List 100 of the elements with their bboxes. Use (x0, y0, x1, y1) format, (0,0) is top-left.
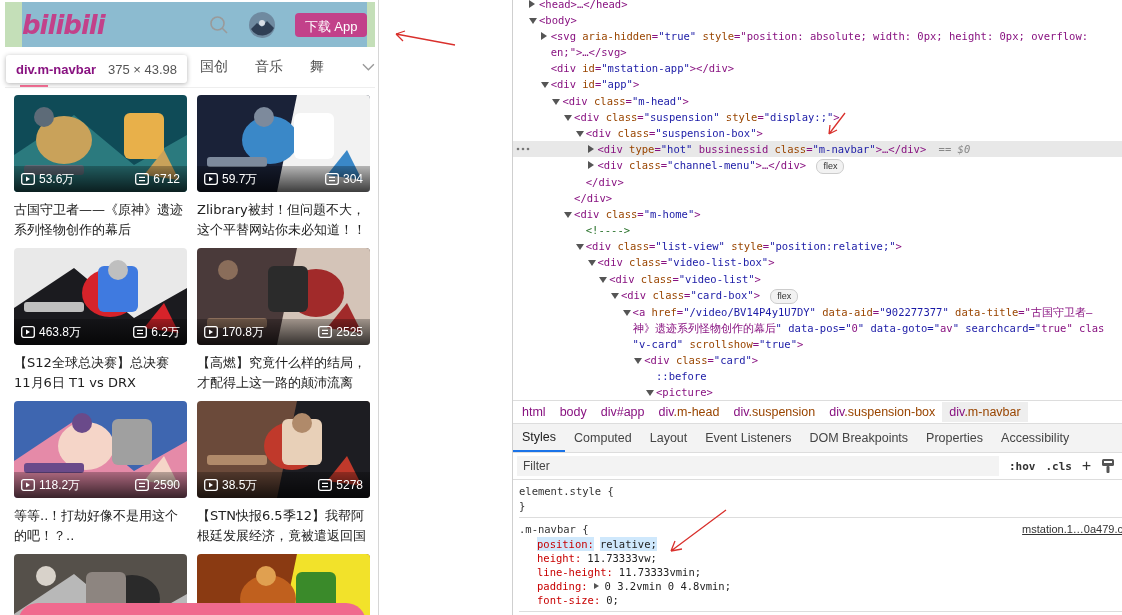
play-count-icon (204, 479, 218, 491)
breadcrumb[interactable]: div.suspension (726, 402, 823, 423)
breadcrumb[interactable]: div.suspension-box (822, 402, 943, 423)
dom-node[interactable]: ::before (513, 367, 1122, 385)
breadcrumb[interactable]: div.m-navbar (942, 402, 1028, 423)
dom-node[interactable]: <div id="app"> (513, 76, 1122, 93)
danmaku-count: 2590 (153, 478, 180, 492)
breadcrumb[interactable]: body (552, 402, 594, 423)
danmaku-count: 6712 (153, 172, 180, 186)
disclosure-triangle-icon[interactable] (610, 292, 619, 299)
disclosure-triangle-icon[interactable] (599, 276, 608, 283)
danmaku-count: 5278 (336, 478, 363, 492)
flex-badge[interactable]: flex (770, 288, 799, 304)
dom-node[interactable]: <div class="video-list"> (513, 270, 1122, 287)
disclosure-triangle-icon[interactable] (646, 390, 654, 397)
closing-tag[interactable]: </div> (513, 190, 1122, 207)
tab-indicator (20, 85, 48, 87)
panel-tab[interactable]: Properties (917, 424, 993, 453)
play-count-icon (21, 326, 35, 338)
style-property[interactable]: font-size: 0; (519, 593, 1122, 607)
download-app-button[interactable]: 下载 App (295, 12, 367, 37)
closing-tag[interactable]: </div> (513, 173, 1122, 191)
dom-node[interactable]: <a href="/video/BV14P4y1U7DY" data-aid="902277377" data-title="古国守卫者— 神》遗迹系列怪物创作的幕后" data-pos="0" data-goto="av" searchcard="true" clas "v-card" scrollshow="true"> (513, 303, 1122, 352)
dom-node[interactable]: <picture> (513, 384, 1122, 400)
panel-tab[interactable]: DOM Breakpoints (800, 424, 918, 453)
breadcrumb[interactable]: div.m-head (651, 402, 727, 423)
dom-node[interactable]: <div type="hot" bussinessid class="m-navbar">…</div> == $0 (513, 140, 1122, 157)
video-title[interactable]: Zlibrary被封！但问题不大，这个平替网站你未必知道！！ (197, 200, 370, 240)
channel-tab[interactable]: 音乐 (254, 58, 310, 76)
disclosure-triangle-icon[interactable] (587, 160, 594, 169)
disclosure-triangle-icon[interactable] (587, 260, 596, 267)
dom-node[interactable]: <div class="card"> (513, 351, 1122, 368)
class-button[interactable]: .cls (1045, 459, 1072, 473)
disclosure-triangle-icon[interactable] (564, 212, 573, 219)
disclosure-triangle-icon[interactable] (622, 309, 631, 316)
dom-node[interactable]: <div class="card-box"> flex (513, 286, 1122, 304)
play-count-icon (21, 173, 35, 185)
video-title[interactable]: 古国守卫者——《原神》遗迹系列怪物创作的幕后 (14, 200, 187, 240)
hover-state-button[interactable]: :hov (1008, 459, 1036, 473)
disclosure-triangle-icon[interactable] (587, 144, 594, 153)
style-property[interactable]: padding: 0 3.2vmin 0 4.8vmin; (519, 579, 1122, 593)
style-property[interactable]: line-height: 11.73333vmin; (519, 565, 1122, 579)
dom-node[interactable]: <div class="channel-menu">…</div> flex (513, 156, 1122, 174)
disclosure-triangle-icon[interactable] (564, 114, 573, 121)
brush-icon[interactable] (1101, 458, 1115, 475)
dom-node[interactable]: <body> (513, 12, 1122, 29)
dom-node[interactable]: <div class="video-list-box"> (513, 254, 1122, 271)
annotation-arrow (668, 508, 728, 554)
style-property[interactable]: height: 11.73333vw; (519, 551, 1122, 565)
play-count-icon (21, 479, 35, 491)
play-count: 463.8万 (39, 323, 82, 341)
rule-selector[interactable]: .m-navbar { (519, 521, 589, 537)
breadcrumb[interactable]: div#app (593, 402, 652, 423)
more-icon[interactable] (516, 146, 530, 151)
dom-node[interactable]: <div class="m-home"> (513, 206, 1122, 223)
panel-tab[interactable]: Event Listeners (696, 424, 801, 453)
annotation-arrow (393, 29, 457, 47)
style-property[interactable]: position: relative; (519, 537, 1122, 551)
disclosure-triangle-icon[interactable] (529, 18, 537, 25)
dom-node[interactable]: <!----> (513, 222, 1122, 239)
danmaku-icon (318, 326, 333, 338)
danmaku-icon (135, 173, 150, 185)
dom-node[interactable]: <svg aria-hidden="true" style="position: absolute; width: 0px; height: 0px; overflow: en;">…</svg> (513, 28, 1122, 61)
channel-tab[interactable]: 舞 (309, 58, 365, 76)
disclosure-triangle-icon[interactable] (529, 0, 535, 8)
play-count: 53.6万 (39, 170, 75, 188)
selected-node-marker: == $0 (938, 142, 971, 155)
panel-tab[interactable]: Accessibility (992, 424, 1079, 453)
dom-node[interactable]: <div class="list-view" style="position:relative;"> (513, 238, 1122, 255)
avatar[interactable] (249, 11, 275, 38)
panel-tab[interactable]: Computed (565, 424, 641, 453)
disclosure-triangle-icon[interactable] (552, 98, 561, 105)
video-title[interactable]: 【S12全球总决赛】总决赛 11月6日 T1 vs DRX (14, 353, 187, 393)
rule-close-brace: } (519, 499, 527, 513)
disclosure-triangle-icon[interactable] (540, 82, 549, 89)
new-rule-button[interactable]: + (1081, 457, 1091, 476)
filter-field[interactable]: Filter (517, 456, 999, 477)
source-link[interactable]: mstation.1…0a479.c (1022, 521, 1122, 537)
disclosure-triangle-icon[interactable] (634, 357, 643, 364)
dom-node[interactable]: <div id="mstation-app"></div> (513, 60, 1122, 77)
dom-node[interactable]: <div class="suspension" style="display:;"> (513, 108, 1122, 125)
chevron-down-icon[interactable] (362, 62, 375, 72)
dom-node[interactable]: <head>…</head> (513, 0, 1122, 13)
danmaku-icon (318, 479, 333, 491)
dom-node[interactable]: <div class="m-head"> (513, 92, 1122, 109)
panel-tab[interactable]: Styles (513, 424, 566, 453)
flex-badge[interactable]: flex (816, 158, 845, 174)
panel-tab[interactable]: Layout (640, 424, 697, 453)
channel-tab[interactable]: 国创 (200, 58, 255, 76)
disclosure-triangle-icon[interactable] (540, 32, 547, 41)
tooltip-size: 375 × 43.98 (107, 61, 177, 77)
danmaku-icon (133, 326, 148, 338)
breadcrumb[interactable]: html (515, 402, 553, 423)
play-count-icon (204, 173, 218, 185)
expand-triangle-icon[interactable] (593, 583, 599, 589)
rule-selector[interactable]: element.style { (519, 483, 614, 499)
disclosure-triangle-icon[interactable] (575, 244, 584, 251)
video-title[interactable]: 【高燃】究竟什么样的结局，才配得上这一路的颠沛流离 (197, 353, 370, 393)
video-title[interactable]: 等等..！打劫好像不是用这个的吧！？.. (14, 506, 187, 546)
video-title[interactable]: 【STN快报6.5季12】我帮阿根廷发展经济，竟被遣返回国 (197, 506, 370, 546)
